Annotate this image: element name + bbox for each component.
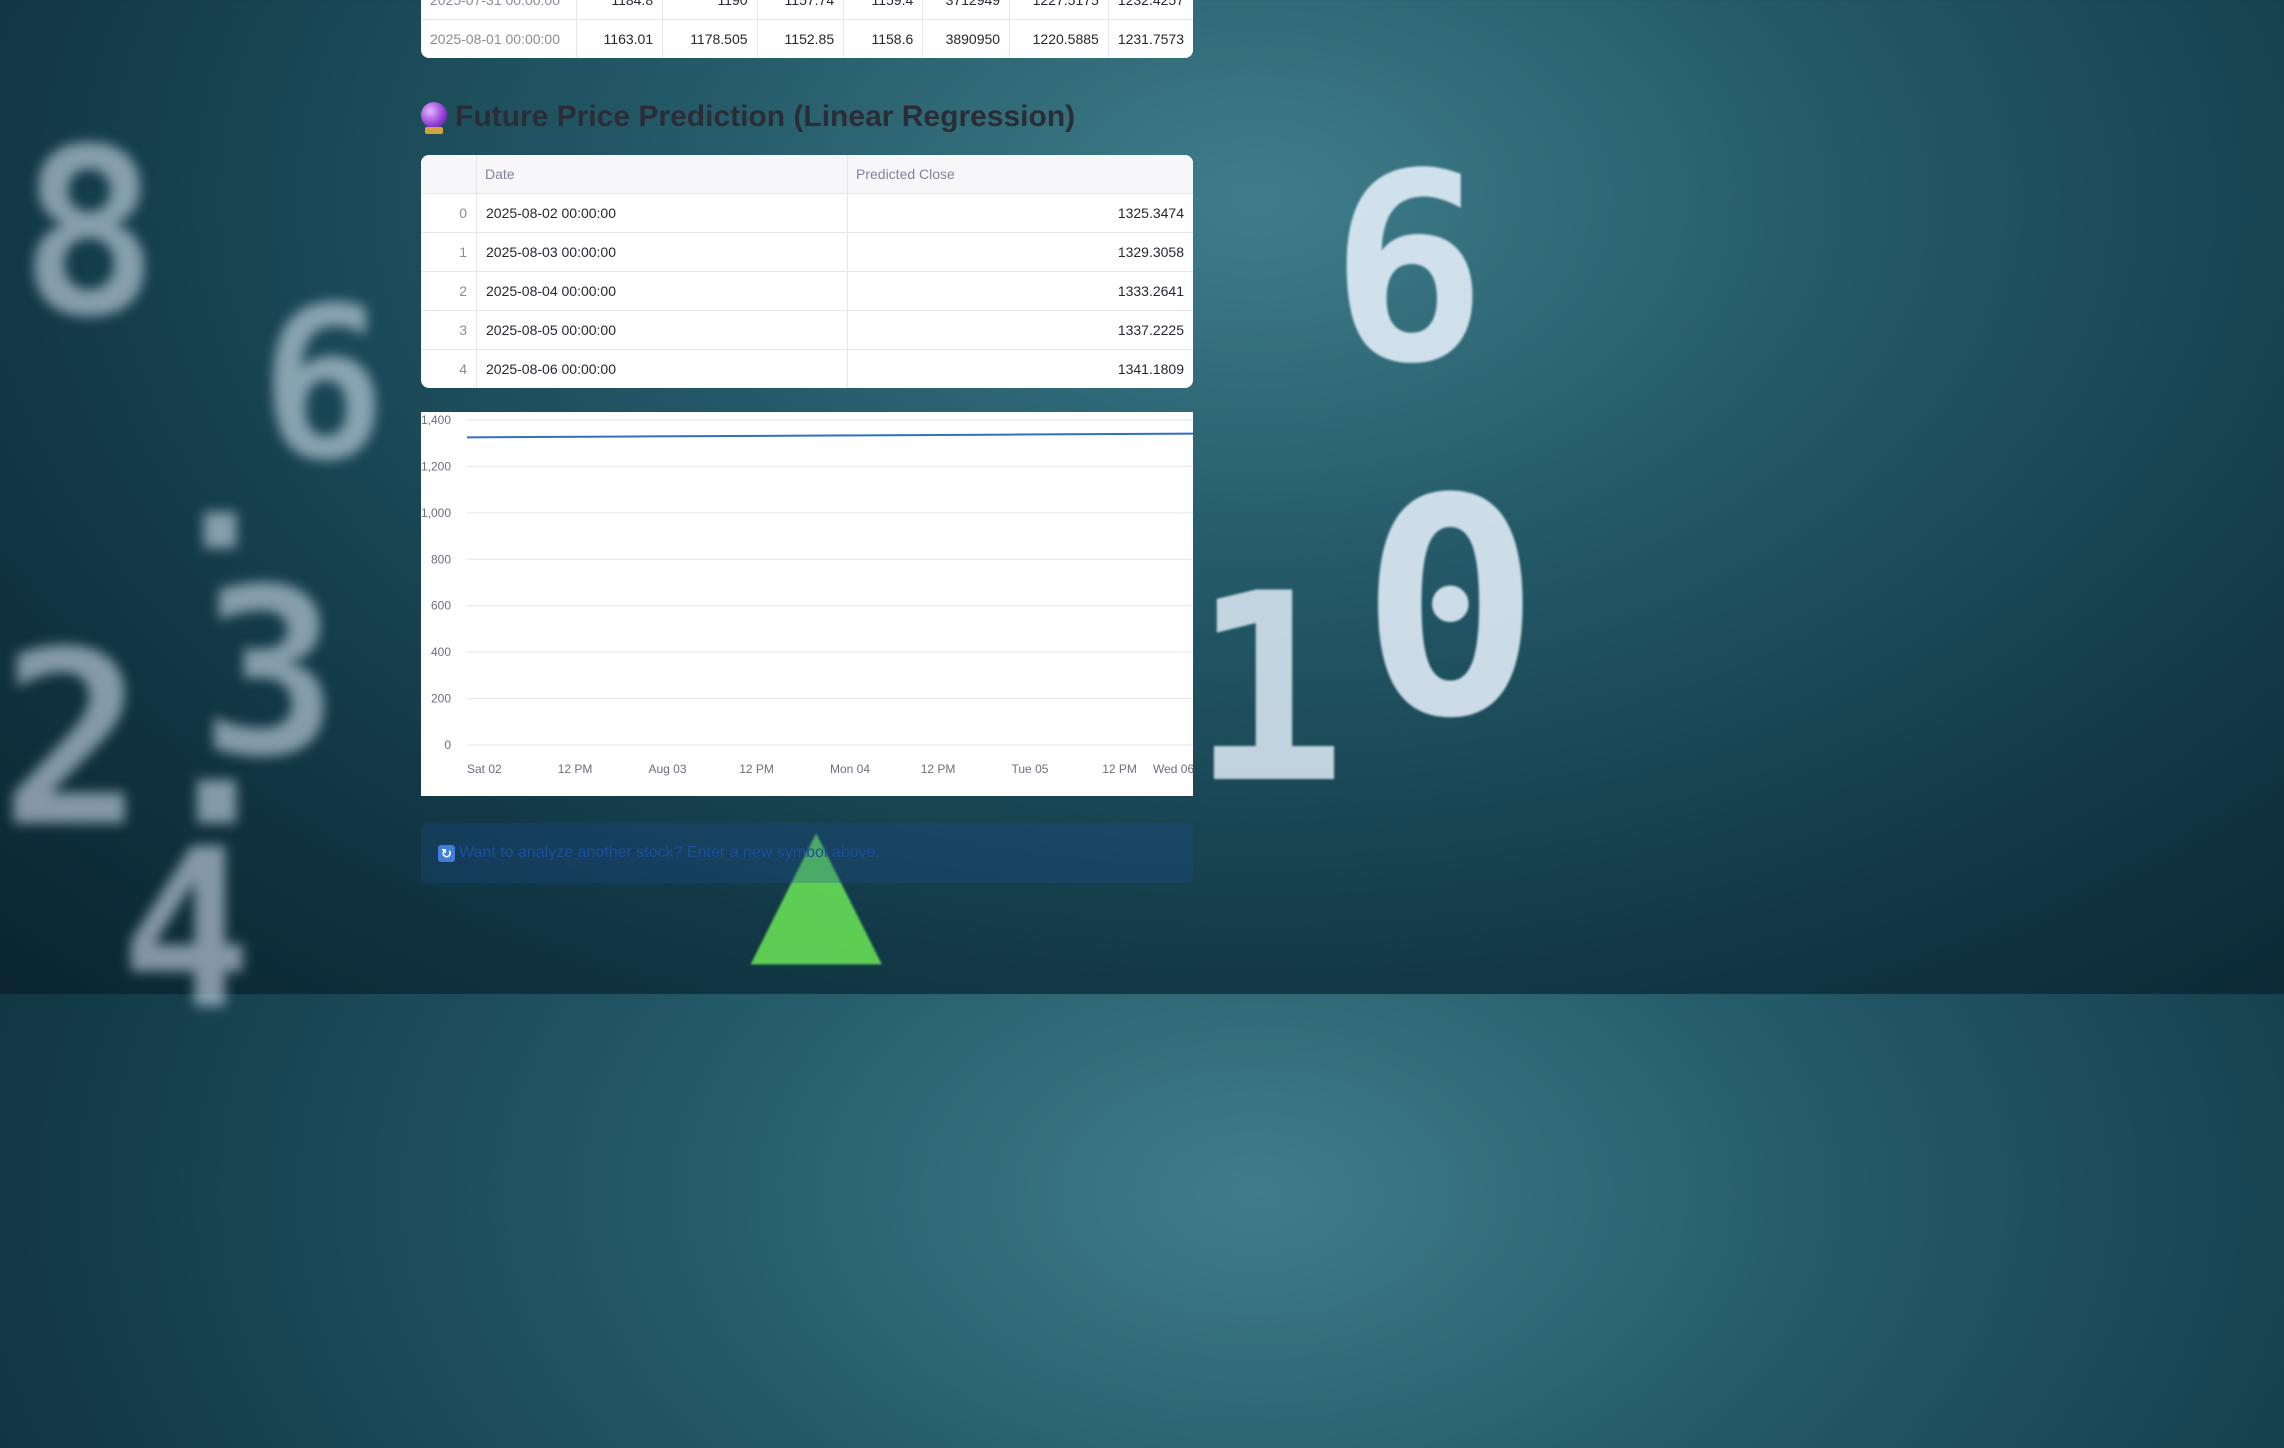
row-predicted-close: 1325.3474: [847, 193, 1193, 233]
row-value: 1232.4257: [1108, 0, 1193, 20]
row-predicted-close: 1333.2641: [847, 271, 1193, 311]
info-alert: ↻ Want to analyze another stock? Enter a…: [421, 823, 1193, 883]
row-index: 1: [421, 232, 477, 272]
row-value: 3890950: [922, 19, 1011, 58]
row-value: 1190: [662, 0, 758, 20]
series-line[interactable]: [466, 432, 1193, 439]
x-tick-label: 12 PM: [921, 762, 956, 776]
chart-svg[interactable]: 0 200 400 600 800 1,000 1,200 1,400 Sat 02 12 PM A…: [421, 412, 1193, 796]
row-predicted-close: 1329.3058: [847, 232, 1193, 272]
row-index: 0: [421, 193, 477, 233]
row-date: 2025-08-03 00:00:00: [476, 232, 848, 272]
column-header-index[interactable]: [421, 155, 477, 194]
table-row: 2025-07-31 00:00:00 1184.8 1190 1157.74 1159…: [421, 0, 1193, 20]
info-alert-text: Want to analyze another stock? Enter a n…: [459, 844, 880, 861]
background-digit: 8: [20, 101, 159, 368]
row-value: 1152.85: [757, 19, 845, 58]
x-tick-label: Wed 06: [1153, 762, 1193, 776]
y-tick-label: 600: [431, 599, 451, 613]
y-tick-label: 1,400: [421, 413, 451, 427]
prediction-section-title: Future Price Prediction (Linear Regressi…: [421, 97, 1075, 137]
row-index: 3: [421, 310, 477, 350]
row-value: 1159.4: [843, 0, 924, 20]
table-row: 3 2025-08-05 00:00:00 1337.2225: [421, 310, 1193, 350]
row-date: 2025-08-02 00:00:00: [476, 193, 848, 233]
prediction-table: Date Predicted Close 0 2025-08-02 00:00:…: [421, 155, 1193, 388]
table-row: 1 2025-08-03 00:00:00 1329.3058: [421, 232, 1193, 272]
row-date: 2025-08-01 00:00:00: [421, 19, 578, 58]
table-row: 0 2025-08-02 00:00:00 1325.3474: [421, 193, 1193, 233]
prediction-title-text: Future Price Prediction (Linear Regressi…: [455, 100, 1076, 133]
table-row: 4 2025-08-06 00:00:00 1341.1809: [421, 349, 1193, 388]
x-tick-label: Tue 05: [1012, 762, 1049, 776]
row-value: 1184.8: [576, 0, 664, 20]
background-digit: 1: [1190, 539, 1347, 841]
column-header-date[interactable]: Date: [476, 155, 848, 194]
row-date: 2025-07-31 00:00:00: [421, 0, 578, 20]
crystal-ball-icon: [421, 102, 447, 134]
y-tick-label: 1,000: [421, 506, 451, 520]
row-value: 1227.5175: [1009, 0, 1109, 20]
y-tick-label: 0: [444, 738, 451, 752]
refresh-icon: ↻: [438, 844, 455, 862]
row-date: 2025-08-04 00:00:00: [476, 271, 848, 311]
row-value: 3712949: [922, 0, 1011, 20]
table-header-row: Date Predicted Close: [421, 155, 1193, 194]
x-tick-label: Sat 02: [467, 762, 502, 776]
y-tick-label: 1,200: [421, 459, 451, 473]
prediction-line-chart[interactable]: 0 200 400 600 800 1,000 1,200 1,400 Sat 02 12 PM A…: [421, 412, 1193, 796]
x-tick-label: 12 PM: [1102, 762, 1137, 776]
row-value: 1231.7573: [1117, 31, 1184, 47]
table-row: 2 2025-08-04 00:00:00 1333.2641: [421, 271, 1193, 311]
background-digit: 3: [200, 541, 339, 808]
row-value: 1220.5885: [1009, 19, 1109, 58]
y-tick-label: 400: [431, 645, 451, 659]
row-value: 1158.6: [843, 19, 924, 58]
row-value: 1163.01: [576, 19, 664, 58]
y-tick-label: 200: [431, 692, 451, 706]
y-tick-label: 800: [431, 552, 451, 566]
row-predicted-close: 1337.2225: [847, 310, 1193, 350]
historical-data-table: 2025-07-31 00:00:00 1184.8 1190 1157.74 1159…: [421, 0, 1193, 58]
row-index: 2: [421, 271, 477, 311]
background-digit: 0: [1360, 435, 1541, 784]
row-value: 1178.505: [662, 19, 758, 58]
background-digit: 4: [120, 802, 253, 1058]
column-header-predicted-close[interactable]: Predicted Close: [847, 155, 1193, 194]
x-tick-label: 12 PM: [739, 762, 774, 776]
background-digit: 6: [260, 262, 387, 507]
x-tick-label: 12 PM: [558, 762, 593, 776]
row-date: 2025-08-05 00:00:00: [476, 310, 848, 350]
row-date: 2025-08-06 00:00:00: [476, 349, 848, 388]
x-tick-label: Mon 04: [830, 762, 870, 776]
x-tick-label: Aug 03: [649, 762, 687, 776]
background-digit: 6: [1330, 119, 1487, 421]
row-value: 1157.74: [757, 0, 845, 20]
row-predicted-close: 1341.1809: [1117, 361, 1184, 377]
row-index: 4: [421, 349, 477, 388]
table-row: 2025-08-01 00:00:00 1163.01 1178.505 1152.8…: [421, 19, 1193, 58]
